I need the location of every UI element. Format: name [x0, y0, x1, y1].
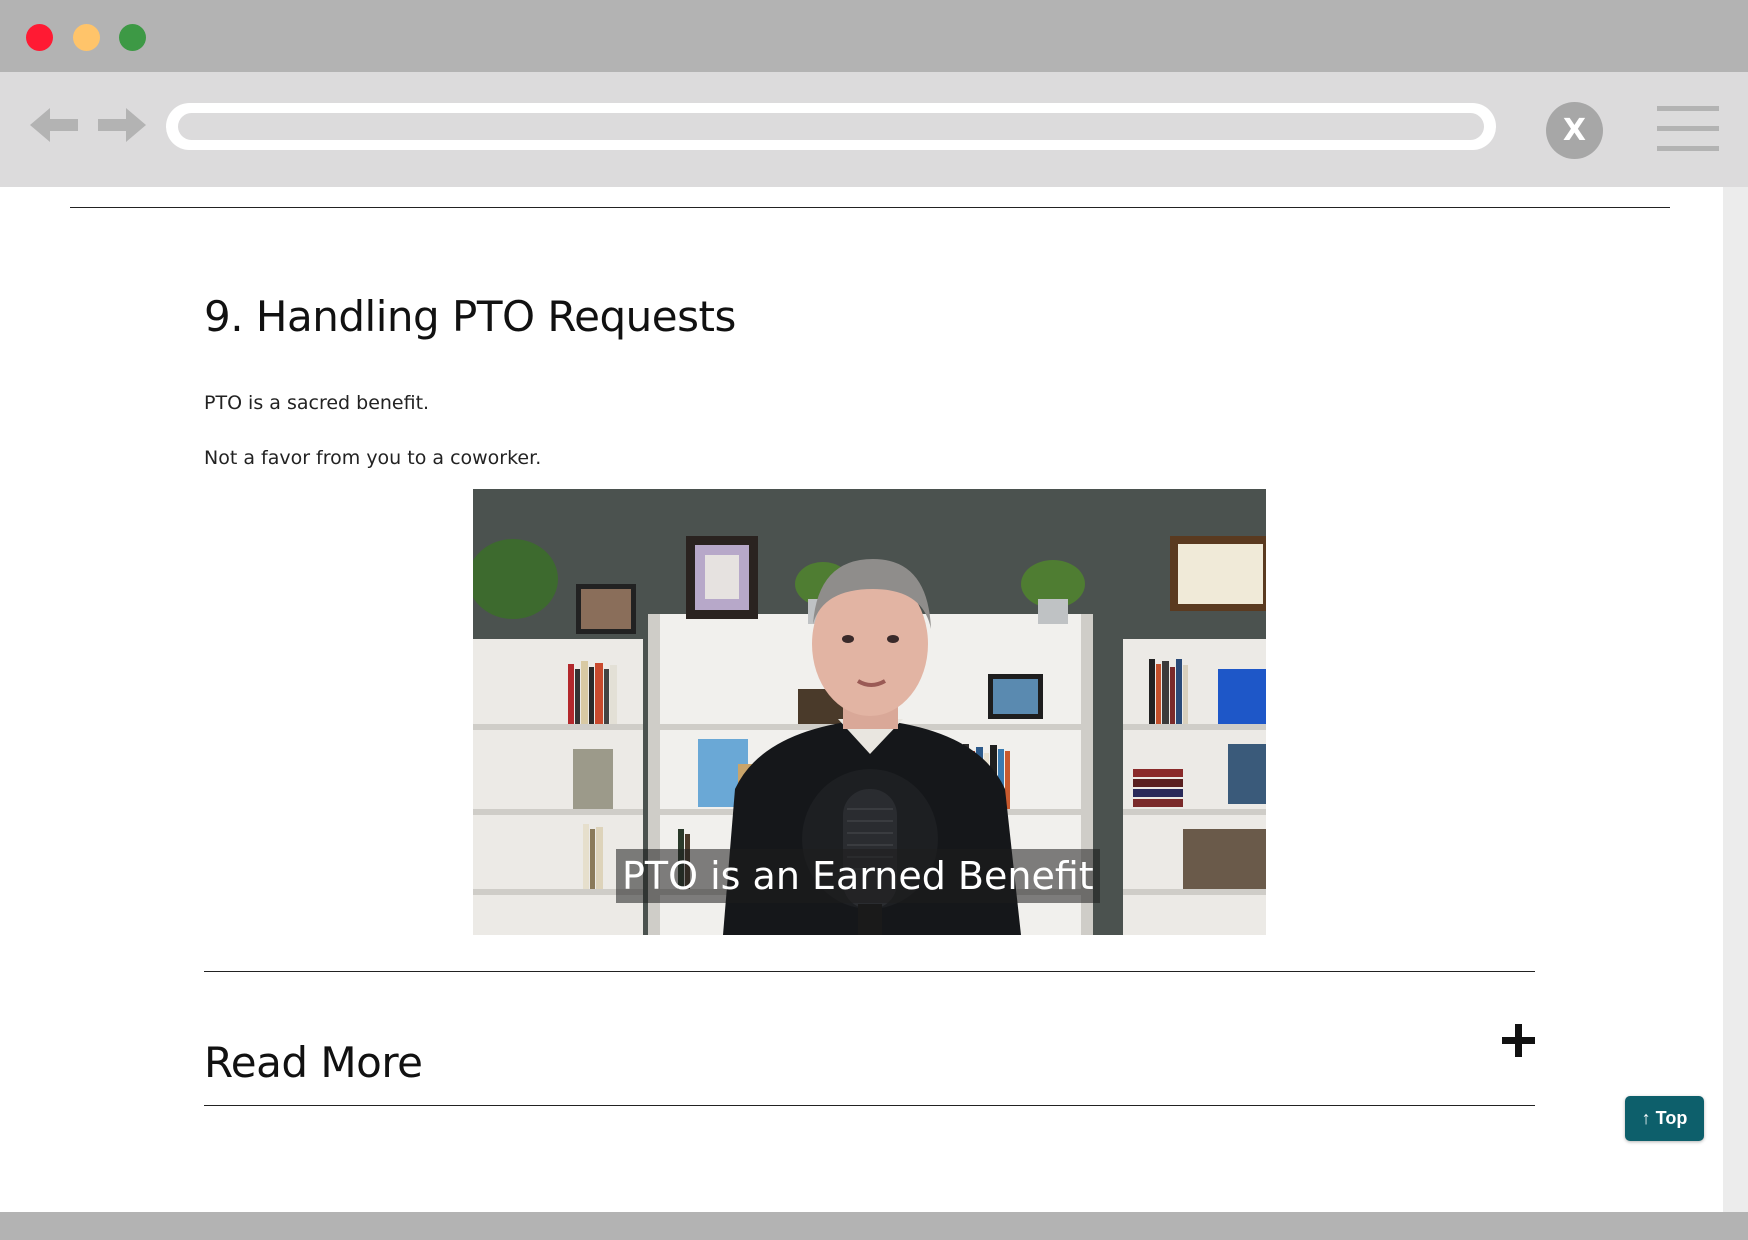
- forward-arrow-icon[interactable]: [96, 104, 146, 146]
- plus-icon[interactable]: [1502, 1024, 1535, 1057]
- accordion-divider-bottom: [204, 1105, 1535, 1106]
- window-close-dot[interactable]: [26, 24, 53, 51]
- browser-toolbar: X: [0, 72, 1748, 187]
- section-divider-top: [70, 207, 1670, 208]
- window-maximize-dot[interactable]: [119, 24, 146, 51]
- back-arrow-icon[interactable]: [30, 104, 80, 146]
- window-titlebar: [0, 0, 1748, 72]
- window-bottom-bar: [0, 1212, 1748, 1240]
- read-more-toggle[interactable]: Read More: [204, 1038, 423, 1087]
- accordion-divider-top: [204, 971, 1535, 972]
- paragraph-2: Not a favor from you to a coworker.: [204, 447, 542, 469]
- page-scrollbar[interactable]: [1723, 187, 1748, 1212]
- close-tab-button[interactable]: X: [1546, 102, 1603, 159]
- address-bar[interactable]: [166, 103, 1496, 150]
- window-minimize-dot[interactable]: [73, 24, 100, 51]
- url-input[interactable]: [178, 113, 1484, 140]
- hamburger-menu-icon[interactable]: [1657, 106, 1719, 152]
- back-to-top-button[interactable]: ↑ Top: [1625, 1096, 1704, 1141]
- section-heading: 9. Handling PTO Requests: [204, 292, 736, 341]
- paragraph-1: PTO is a sacred benefit.: [204, 392, 430, 414]
- video-caption: PTO is an Earned Benefit: [616, 849, 1100, 903]
